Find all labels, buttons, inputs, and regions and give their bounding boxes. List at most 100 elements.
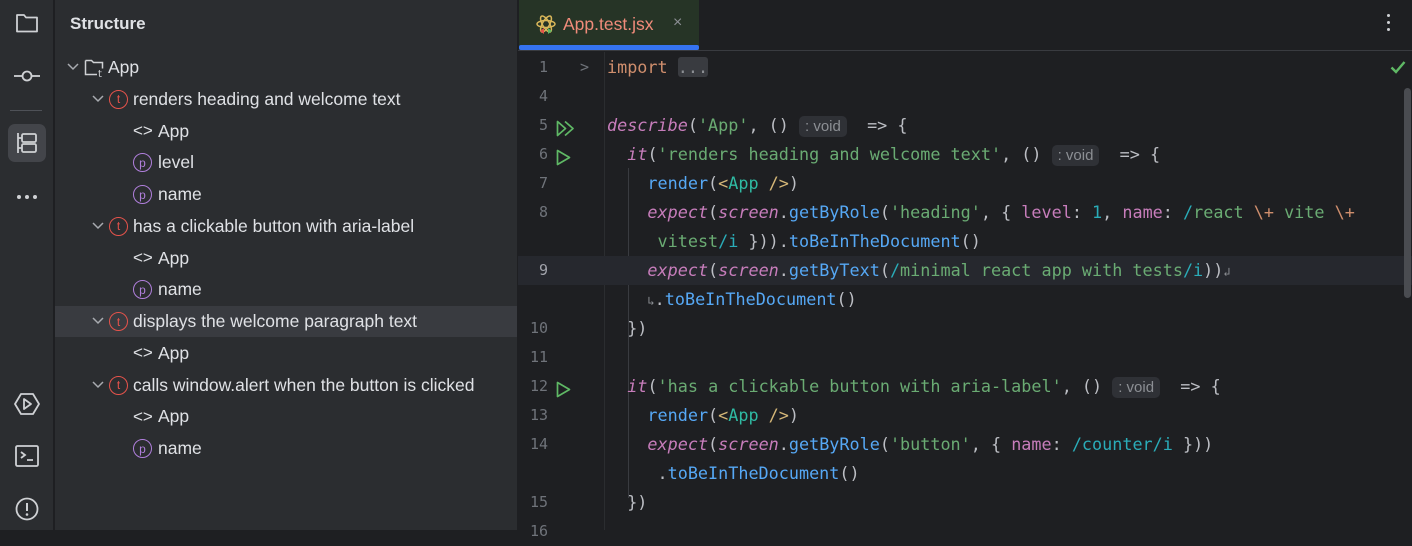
structure-item-test[interactable]: t renders heading and welcome text xyxy=(55,84,517,115)
code-token: => { xyxy=(846,115,908,135)
folded-imports[interactable]: ... xyxy=(677,57,709,77)
code-line[interactable]: 6 it('renders heading and welcome text',… xyxy=(518,140,1412,169)
tab-close-icon[interactable]: × xyxy=(673,14,682,32)
structure-item-test[interactable]: t has a clickable button with aria-label xyxy=(55,211,517,242)
code-token: ( xyxy=(708,260,719,280)
react-test-file-icon xyxy=(535,14,557,41)
code-token: toBeInTheDocument xyxy=(664,289,837,309)
structure-item-property[interactable]: p name xyxy=(55,433,517,464)
code-line[interactable]: 10 }) xyxy=(518,314,1412,343)
chevron-down-icon[interactable] xyxy=(91,92,105,106)
line-number: 5 xyxy=(538,116,548,134)
inlay-type-hint: : void xyxy=(799,116,847,137)
code-token: . xyxy=(607,463,668,483)
code-token: => { xyxy=(1160,376,1221,396)
line-number: 9 xyxy=(538,261,548,279)
code-token: . xyxy=(778,260,789,280)
code-line[interactable]: 15 }) xyxy=(518,488,1412,517)
structure-item-label: App xyxy=(158,120,190,141)
line-number: 12 xyxy=(529,377,548,395)
code-token: ↲ xyxy=(1223,265,1231,279)
tab-app-test-jsx[interactable]: App.test.jsx × xyxy=(519,0,699,50)
line-number: 11 xyxy=(529,348,548,366)
code-token: App xyxy=(728,173,759,193)
code-token: ( xyxy=(687,115,698,135)
code-token: , { xyxy=(970,434,1012,454)
code-token: getByRole xyxy=(788,434,880,454)
code-token: ) xyxy=(788,405,799,425)
structure-item-component[interactable]: <> App xyxy=(55,338,517,369)
code-line[interactable]: 1 > import ... xyxy=(518,53,1412,82)
structure-item-component[interactable]: <> App xyxy=(55,243,517,274)
structure-item-test[interactable]: t calls window.alert when the button is c… xyxy=(55,370,517,401)
structure-item-property[interactable]: p name xyxy=(55,179,517,210)
code-token: ( xyxy=(879,434,890,454)
code-line[interactable]: 4 xyxy=(518,82,1412,111)
code-text: }) xyxy=(607,488,647,517)
code-line[interactable]: 7 render(<App />) xyxy=(518,169,1412,198)
code-token: , () xyxy=(1001,144,1052,164)
code-token: < xyxy=(718,173,729,193)
commit-icon[interactable] xyxy=(8,57,46,95)
code-token: , () xyxy=(748,115,799,135)
panel-title: Structure xyxy=(70,14,146,33)
code-line[interactable]: 13 render(<App />) xyxy=(518,401,1412,430)
code-line[interactable]: 12 it('has a clickable button with aria-… xyxy=(518,372,1412,401)
structure-item-label: name xyxy=(158,279,202,300)
inlay-type-hint: : void xyxy=(1112,377,1161,398)
code-token: /counter/i xyxy=(1071,434,1173,454)
structure-item-property[interactable]: p name xyxy=(55,274,517,305)
more-tools-icon[interactable] xyxy=(8,178,46,216)
code-token: / xyxy=(889,260,901,280)
more-options-icon[interactable] xyxy=(1384,14,1392,34)
code-text: }) xyxy=(607,314,647,343)
code-line[interactable]: ↳.toBeInTheDocument() xyxy=(518,285,1412,314)
vertical-scrollbar[interactable] xyxy=(1404,88,1411,298)
terminal-icon[interactable] xyxy=(8,437,46,475)
structure-item-property[interactable]: p level xyxy=(55,147,517,178)
chevron-down-icon[interactable] xyxy=(91,219,105,233)
code-line[interactable]: 8 expect(screen.getByRole('heading', { l… xyxy=(518,198,1412,227)
component-icon: <> xyxy=(133,406,153,426)
test-icon: t xyxy=(109,89,128,109)
structure-item-component[interactable]: <> App xyxy=(55,116,517,147)
problems-icon[interactable] xyxy=(8,490,46,528)
chevron-down-icon[interactable] xyxy=(91,314,105,328)
code-line[interactable]: .toBeInTheDocument() xyxy=(518,459,1412,488)
code-line[interactable]: 16 xyxy=(518,517,1412,546)
structure-item-label: App xyxy=(108,57,140,77)
chevron-down-icon[interactable] xyxy=(91,378,105,392)
code-token: /> xyxy=(758,173,789,193)
code-line[interactable]: vitest/i })).toBeInTheDocument() xyxy=(518,227,1412,256)
structure-item-test[interactable]: t displays the welcome paragraph text xyxy=(55,306,517,337)
code-line[interactable]: 5 describe('App', () : void => { xyxy=(518,111,1412,140)
code-token: getByText xyxy=(788,260,880,280)
code-token: name xyxy=(1011,434,1052,454)
code-line[interactable]: 11 xyxy=(518,343,1412,372)
code-line[interactable]: 14 expect(screen.getByRole('button', { n… xyxy=(518,430,1412,459)
structure-item-label: level xyxy=(158,152,194,173)
code-token: 'App' xyxy=(697,115,749,135)
project-folder-icon[interactable] xyxy=(8,4,46,42)
code-token: })). xyxy=(738,231,789,251)
structure-icon[interactable] xyxy=(8,124,46,162)
component-icon: <> xyxy=(133,343,153,363)
structure-item-suite[interactable]: t App xyxy=(55,52,517,83)
fold-expand-icon[interactable]: > xyxy=(580,53,589,82)
code-token: toBeInTheDocument xyxy=(667,463,840,483)
code-token: . xyxy=(654,289,665,309)
code-token: / xyxy=(1183,202,1194,222)
code-token: \+ xyxy=(1253,202,1274,222)
code-token: it xyxy=(627,376,648,396)
run-icon[interactable] xyxy=(8,385,46,423)
code-text: import ... xyxy=(607,53,709,82)
code-token: screen xyxy=(718,202,779,222)
line-number: 6 xyxy=(538,145,548,163)
code-line[interactable]: 9 expect(screen.getByText(/minimal react… xyxy=(518,256,1412,285)
chevron-down-icon[interactable] xyxy=(66,60,80,74)
code-text: vitest/i })).toBeInTheDocument() xyxy=(607,227,981,256)
structure-item-component[interactable]: <> App xyxy=(55,401,517,432)
